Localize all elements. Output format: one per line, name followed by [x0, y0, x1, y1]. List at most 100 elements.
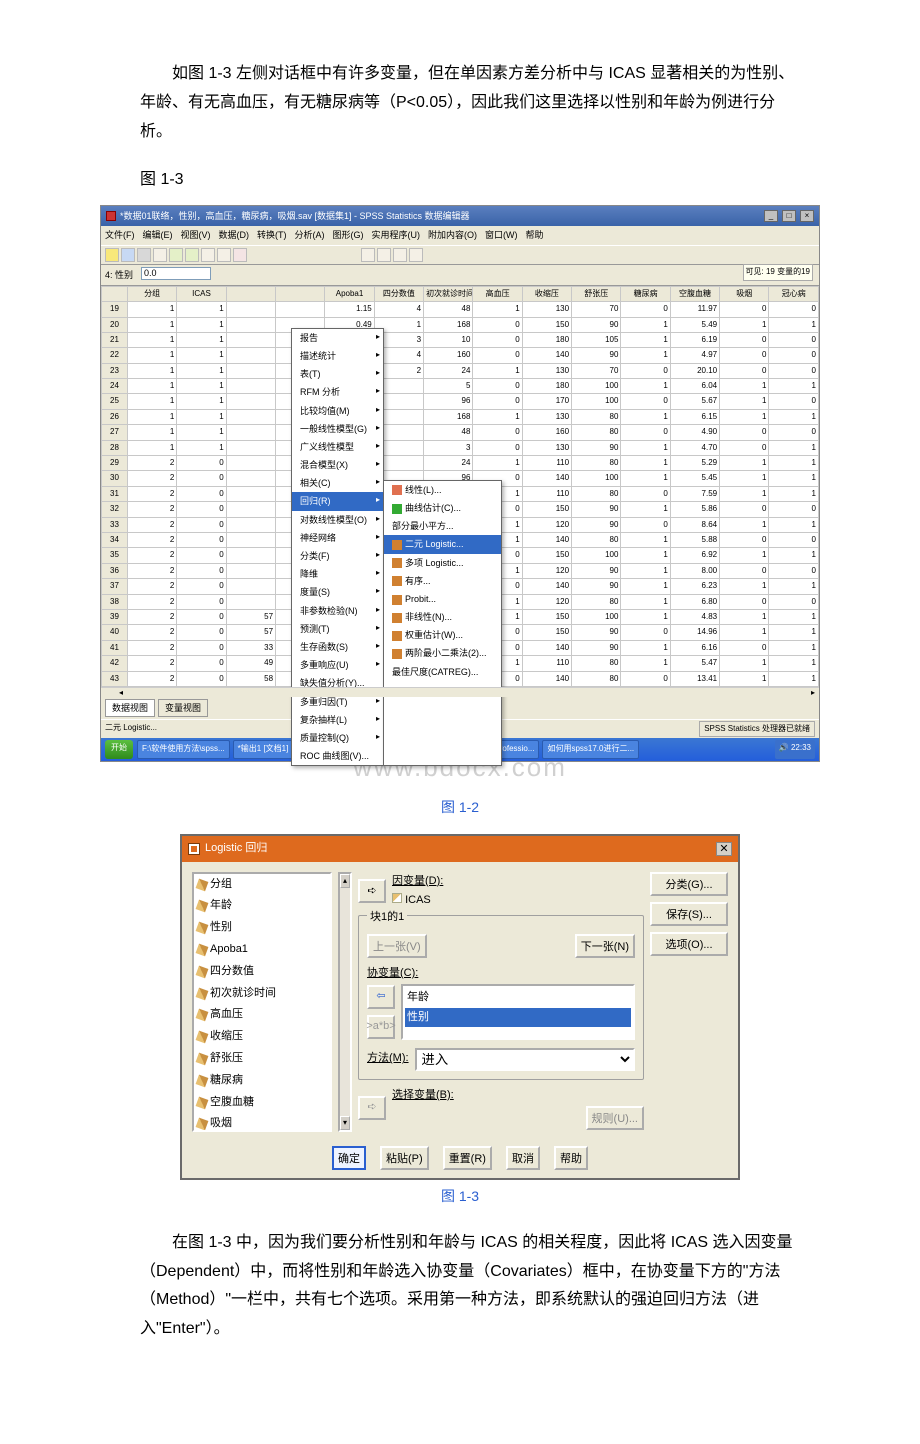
scale-icon	[196, 1118, 209, 1131]
scale-icon	[196, 922, 209, 935]
source-variable-list[interactable]: 分组年龄性别Apoba1四分数值初次就诊时间高血压收缩压舒张压糖尿病空腹血糖吸烟…	[192, 872, 332, 1132]
side-button[interactable]: 选项(O)...	[650, 932, 728, 956]
menu-item[interactable]: 帮助	[526, 227, 544, 243]
menu-item[interactable]: 数据(D)	[219, 227, 250, 243]
rule-button[interactable]: 规则(U)...	[586, 1106, 644, 1130]
dependent-value: ICAS	[405, 894, 431, 906]
windows-taskbar[interactable]: 开始 F:\软件使用方法\spss...*输出1 [文档1] - SPSS S.…	[101, 738, 819, 760]
use-sets-icon[interactable]	[409, 248, 423, 262]
next-block-button[interactable]: 下一张(N)	[575, 934, 635, 958]
menu-item[interactable]: 转换(T)	[257, 227, 287, 243]
clock: 22:33	[791, 743, 811, 752]
print-icon[interactable]	[137, 248, 151, 262]
variable-item[interactable]: 四分数值	[194, 961, 330, 983]
variable-item[interactable]: 高血压	[194, 1004, 330, 1026]
variable-item[interactable]: Apoba1	[194, 939, 330, 961]
menu-item[interactable]: 文件(F)	[105, 227, 135, 243]
scale-icon	[196, 987, 209, 1000]
taskbar-task[interactable]: *数据01联络，性别，...	[339, 740, 432, 758]
variable-item[interactable]: 空腹血糖	[194, 1092, 330, 1114]
status-bar: 二元 Logistic... SPSS Statistics 处理器已就绪	[101, 719, 819, 738]
open-icon[interactable]	[105, 248, 119, 262]
view-tabs[interactable]: 数据视图 变量视图	[101, 697, 819, 719]
side-button[interactable]: 分类(G)...	[650, 872, 728, 896]
caption-1-3: 图 1-3	[40, 1184, 880, 1209]
variable-item[interactable]: 年龄	[194, 895, 330, 917]
titlebar: *数据01联络，性别，高血压，糖尿病，吸烟.sav [数据集1] - SPSS …	[101, 206, 819, 226]
variable-view-tab[interactable]: 变量视图	[158, 699, 208, 717]
scale-icon	[196, 944, 209, 957]
variable-item[interactable]: 收缩压	[194, 1026, 330, 1048]
method-select[interactable]: 进入	[415, 1048, 635, 1071]
variable-item[interactable]: 糖尿病	[194, 1070, 330, 1092]
cell-editor-row: 4: 性别	[101, 265, 819, 286]
taskbar-task[interactable]: F:\软件使用方法\spss...	[137, 740, 230, 758]
weight-icon[interactable]	[377, 248, 391, 262]
status-left: 二元 Logistic...	[105, 721, 157, 737]
menu-item[interactable]: 分析(A)	[295, 227, 325, 243]
menu-item[interactable]: 附加内容(O)	[428, 227, 477, 243]
interaction-button[interactable]: >a*b>	[367, 1015, 395, 1039]
status-right: SPSS Statistics 处理器已就绪	[699, 721, 815, 737]
reset-button[interactable]: 重置(R)	[443, 1146, 492, 1170]
variable-item[interactable]: 舒张压	[194, 1048, 330, 1070]
goto-icon[interactable]	[201, 248, 215, 262]
paste-button[interactable]: 粘贴(P)	[380, 1146, 429, 1170]
side-button[interactable]: 保存(S)...	[650, 902, 728, 926]
data-grid[interactable]: 分组ICASApoba1四分数值初次就诊时间高血压收缩压舒张压糖尿病空腹血糖吸烟…	[101, 286, 819, 687]
help-button[interactable]: 帮助	[554, 1146, 588, 1170]
scale-icon	[196, 900, 209, 913]
dialog-button-row: 确定 粘贴(P) 重置(R) 取消 帮助	[182, 1138, 738, 1178]
move-to-selection-button[interactable]: ➪	[358, 1096, 386, 1120]
covariates-label: 协变量(C):	[367, 964, 635, 984]
menubar[interactable]: 文件(F) 编辑(E) 视图(V) 数据(D) 转换(T) 分析(A) 图形(G) 实用程序(…	[101, 226, 819, 244]
menu-item[interactable]: 图形(G)	[333, 227, 364, 243]
cell-value-input[interactable]	[141, 267, 211, 280]
select-cases-icon[interactable]	[361, 248, 375, 262]
variable-item[interactable]: 初次就诊时间	[194, 983, 330, 1005]
scroll-down-button[interactable]: ▾	[340, 1116, 350, 1130]
undo-icon[interactable]	[169, 248, 183, 262]
variable-item[interactable]: 性别	[194, 917, 330, 939]
recall-icon[interactable]	[153, 248, 167, 262]
data-view-tab[interactable]: 数据视图	[105, 699, 155, 717]
save-icon[interactable]	[121, 248, 135, 262]
tray-icons: 🔊	[779, 743, 791, 752]
system-tray[interactable]: 🔊 22:33	[775, 740, 815, 758]
move-to-covariates-button[interactable]: ⇦	[367, 985, 395, 1009]
scale-icon	[196, 1009, 209, 1022]
menu-item[interactable]: 实用程序(U)	[372, 227, 421, 243]
find-icon[interactable]	[233, 248, 247, 262]
covariate-item[interactable]: 性别	[405, 1008, 631, 1028]
covariates-box[interactable]: 年龄性别	[401, 984, 635, 1040]
vars-icon[interactable]	[217, 248, 231, 262]
explain-paragraph: 在图 1-3 中，因为我们要分析性别和年龄与 ICAS 的相关程度，因此将 IC…	[140, 1229, 800, 1344]
move-to-dependent-button[interactable]: ➪	[358, 879, 386, 903]
close-button[interactable]: ×	[800, 210, 814, 222]
intro-paragraph: 如图 1-3 左侧对话框中有许多变量，但在单因素方差分析中与 ICAS 显著相关…	[140, 60, 800, 146]
redo-icon[interactable]	[185, 248, 199, 262]
scroll-up-button[interactable]: ▴	[340, 874, 350, 888]
taskbar-task[interactable]: *输出1 [文档1] - SPSS S...	[233, 740, 336, 758]
dependent-box[interactable]: ICAS	[392, 891, 644, 911]
covariate-item[interactable]: 年龄	[405, 988, 631, 1008]
varlist-scrollbar[interactable]: ▴ ▾	[338, 872, 352, 1132]
value-labels-icon[interactable]	[393, 248, 407, 262]
previous-block-button[interactable]: 上一张(V)	[367, 934, 427, 958]
menu-item[interactable]: 编辑(E)	[143, 227, 173, 243]
ok-button[interactable]: 确定	[332, 1146, 366, 1170]
dialog-close-button[interactable]: ✕	[716, 842, 732, 856]
cancel-button[interactable]: 取消	[506, 1146, 540, 1170]
taskbar-task[interactable]: 如何用spss17.0进行二...	[542, 740, 639, 758]
variable-item[interactable]: 分组	[194, 874, 330, 896]
taskbar-task[interactable]: Adobe Acrobat Professio...	[435, 740, 540, 758]
start-button[interactable]: 开始	[105, 740, 133, 758]
variable-item[interactable]: 吸烟	[194, 1113, 330, 1131]
minimize-button[interactable]: _	[764, 210, 778, 222]
figure-label-1-3-top: 图 1-3	[140, 166, 880, 195]
scale-icon	[196, 878, 209, 891]
maximize-button[interactable]: □	[782, 210, 796, 222]
menu-item[interactable]: 窗口(W)	[485, 227, 518, 243]
block-group: 块1的1 上一张(V) 下一张(N) 协变量(C): ⇦ >a*b> 年龄性别 …	[358, 915, 644, 1080]
menu-item[interactable]: 视图(V)	[181, 227, 211, 243]
